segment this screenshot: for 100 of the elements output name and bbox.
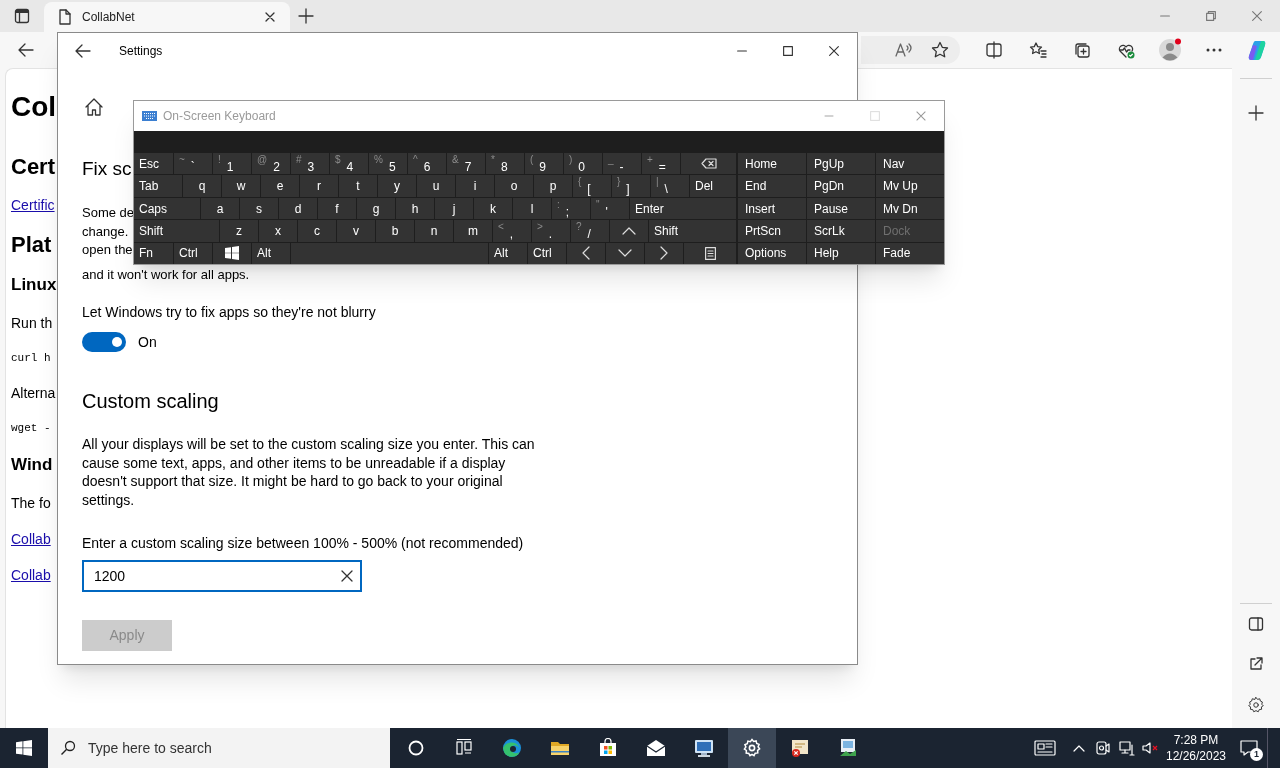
keyboard-key[interactable]: & 7 xyxy=(447,153,485,175)
keyboard-key[interactable]: u xyxy=(417,175,455,197)
spacebar[interactable] xyxy=(291,242,488,265)
split-screen-icon[interactable] xyxy=(985,41,1003,59)
keyboard-key[interactable] xyxy=(606,242,644,265)
profile-avatar[interactable] xyxy=(1158,38,1182,62)
keyboard-key[interactable]: r xyxy=(300,175,338,197)
keyboard-key[interactable]: _ - xyxy=(603,153,641,175)
keyboard-key[interactable]: Ctrl xyxy=(528,242,566,265)
keyboard-key[interactable]: % 5 xyxy=(369,153,407,175)
browser-tab[interactable]: CollabNet xyxy=(44,2,290,32)
input-field[interactable]: 1200 xyxy=(82,560,362,592)
keyboard-key[interactable]: w xyxy=(222,175,260,197)
maximize-icon[interactable] xyxy=(781,44,795,58)
keyboard-key[interactable]: " ' xyxy=(591,197,629,220)
keyboard-key[interactable]: Shift xyxy=(134,220,219,242)
clear-icon[interactable] xyxy=(341,570,353,582)
chevron-up-icon[interactable] xyxy=(1073,744,1085,752)
keyboard-key[interactable]: ) 0 xyxy=(564,153,602,175)
keyboard-key[interactable]: g xyxy=(357,197,395,220)
news-icon[interactable] xyxy=(1034,740,1056,756)
clock-date[interactable]: 12/26/2023 xyxy=(1165,748,1227,764)
keyboard-key[interactable]: < , xyxy=(493,220,531,242)
keyboard-key[interactable]: Help xyxy=(807,242,875,265)
keyboard-key[interactable]: : ; xyxy=(552,197,590,220)
keyboard-key[interactable]: Fade xyxy=(876,242,944,265)
back-arrow-icon[interactable] xyxy=(75,43,91,59)
keyboard-key[interactable]: @ 2 xyxy=(252,153,290,175)
keyboard-key[interactable]: Tab xyxy=(134,175,182,197)
keyboard-key[interactable]: Esc xyxy=(134,153,173,175)
network-icon[interactable] xyxy=(1119,740,1135,756)
keyboard-key[interactable]: Mv Up xyxy=(876,175,944,197)
keyboard-key[interactable]: y xyxy=(378,175,416,197)
keyboard-key[interactable]: Alt xyxy=(252,242,290,265)
keyboard-key[interactable]: Enter xyxy=(630,197,736,220)
keyboard-key[interactable]: d xyxy=(279,197,317,220)
keyboard-key[interactable]: h xyxy=(396,197,434,220)
keyboard-key[interactable]: m xyxy=(454,220,492,242)
keyboard-key[interactable]: Nav xyxy=(876,153,944,175)
side-panel-icon[interactable] xyxy=(1248,616,1264,632)
keyboard-key[interactable]: Ctrl xyxy=(174,242,212,265)
keyboard-key[interactable] xyxy=(684,242,736,265)
keyboard-key[interactable]: ^ 6 xyxy=(408,153,446,175)
keyboard-key[interactable]: Insert xyxy=(738,197,806,220)
home-icon[interactable] xyxy=(84,97,104,117)
keyboard-key[interactable]: i xyxy=(456,175,494,197)
keyboard-key[interactable]: ? / xyxy=(571,220,609,242)
keyboard-key[interactable]: Caps xyxy=(134,197,200,220)
keyboard-key[interactable]: t xyxy=(339,175,377,197)
keyboard-key[interactable]: j xyxy=(435,197,473,220)
restore-icon[interactable] xyxy=(1204,9,1218,23)
keyboard-key[interactable]: v xyxy=(337,220,375,242)
keyboard-key[interactable]: PgDn xyxy=(807,175,875,197)
keyboard-key[interactable]: o xyxy=(495,175,533,197)
keyboard-key[interactable]: # 3 xyxy=(291,153,329,175)
keyboard-key[interactable] xyxy=(645,242,683,265)
keyboard-key[interactable]: k xyxy=(474,197,512,220)
star-icon[interactable] xyxy=(931,41,949,59)
keyboard-key[interactable]: ScrLk xyxy=(807,220,875,242)
windows-logo-icon[interactable] xyxy=(16,740,32,756)
keyboard-key[interactable]: Mv Dn xyxy=(876,197,944,220)
notification-icon[interactable] xyxy=(1240,740,1258,756)
keyboard-key[interactable]: c xyxy=(298,220,336,242)
keyboard-key[interactable]: e xyxy=(261,175,299,197)
keyboard-key[interactable]: f xyxy=(318,197,356,220)
keyboard-key[interactable]: Options xyxy=(738,242,806,265)
keyboard-key[interactable]: $ 4 xyxy=(330,153,368,175)
settings-icon[interactable] xyxy=(1247,696,1265,714)
keyboard-key[interactable]: l xyxy=(513,197,551,220)
keyboard-key[interactable]: Home xyxy=(738,153,806,175)
back-arrow-icon[interactable] xyxy=(17,41,35,59)
keyboard-key[interactable]: p xyxy=(534,175,572,197)
keyboard-key[interactable]: ! 1 xyxy=(213,153,251,175)
keyboard-key[interactable]: z xyxy=(220,220,258,242)
taskbar-button[interactable] xyxy=(728,728,776,768)
keyboard-key[interactable]: PrtScn xyxy=(738,220,806,242)
keyboard-key[interactable]: s xyxy=(240,197,278,220)
toggle-switch[interactable] xyxy=(82,332,126,352)
keyboard-key[interactable]: q xyxy=(183,175,221,197)
keyboard-key[interactable] xyxy=(681,153,736,175)
new-tab-icon[interactable] xyxy=(298,8,314,24)
keyboard-key[interactable]: + = xyxy=(642,153,680,175)
camera-icon[interactable] xyxy=(1096,740,1110,756)
keyboard-key[interactable]: ~ ` xyxy=(174,153,212,175)
page-link[interactable]: Certific xyxy=(11,194,55,216)
read-aloud-icon[interactable] xyxy=(895,42,913,58)
keyboard-key[interactable]: End xyxy=(738,175,806,197)
page-link[interactable]: Collab xyxy=(11,528,51,550)
keyboard-key[interactable] xyxy=(213,242,251,265)
keyboard-key[interactable] xyxy=(567,242,605,265)
keyboard-key[interactable]: b xyxy=(376,220,414,242)
close-icon[interactable] xyxy=(264,11,276,23)
volume-muted-icon[interactable] xyxy=(1142,741,1158,755)
keyboard-key[interactable]: Pause xyxy=(807,197,875,220)
add-icon[interactable] xyxy=(1248,105,1264,121)
collections-icon[interactable] xyxy=(1073,41,1091,59)
keyboard-key[interactable]: > . xyxy=(532,220,570,242)
keyboard-key[interactable]: * 8 xyxy=(486,153,524,175)
keyboard-key[interactable]: { [ xyxy=(573,175,611,197)
keyboard-key[interactable]: a xyxy=(201,197,239,220)
